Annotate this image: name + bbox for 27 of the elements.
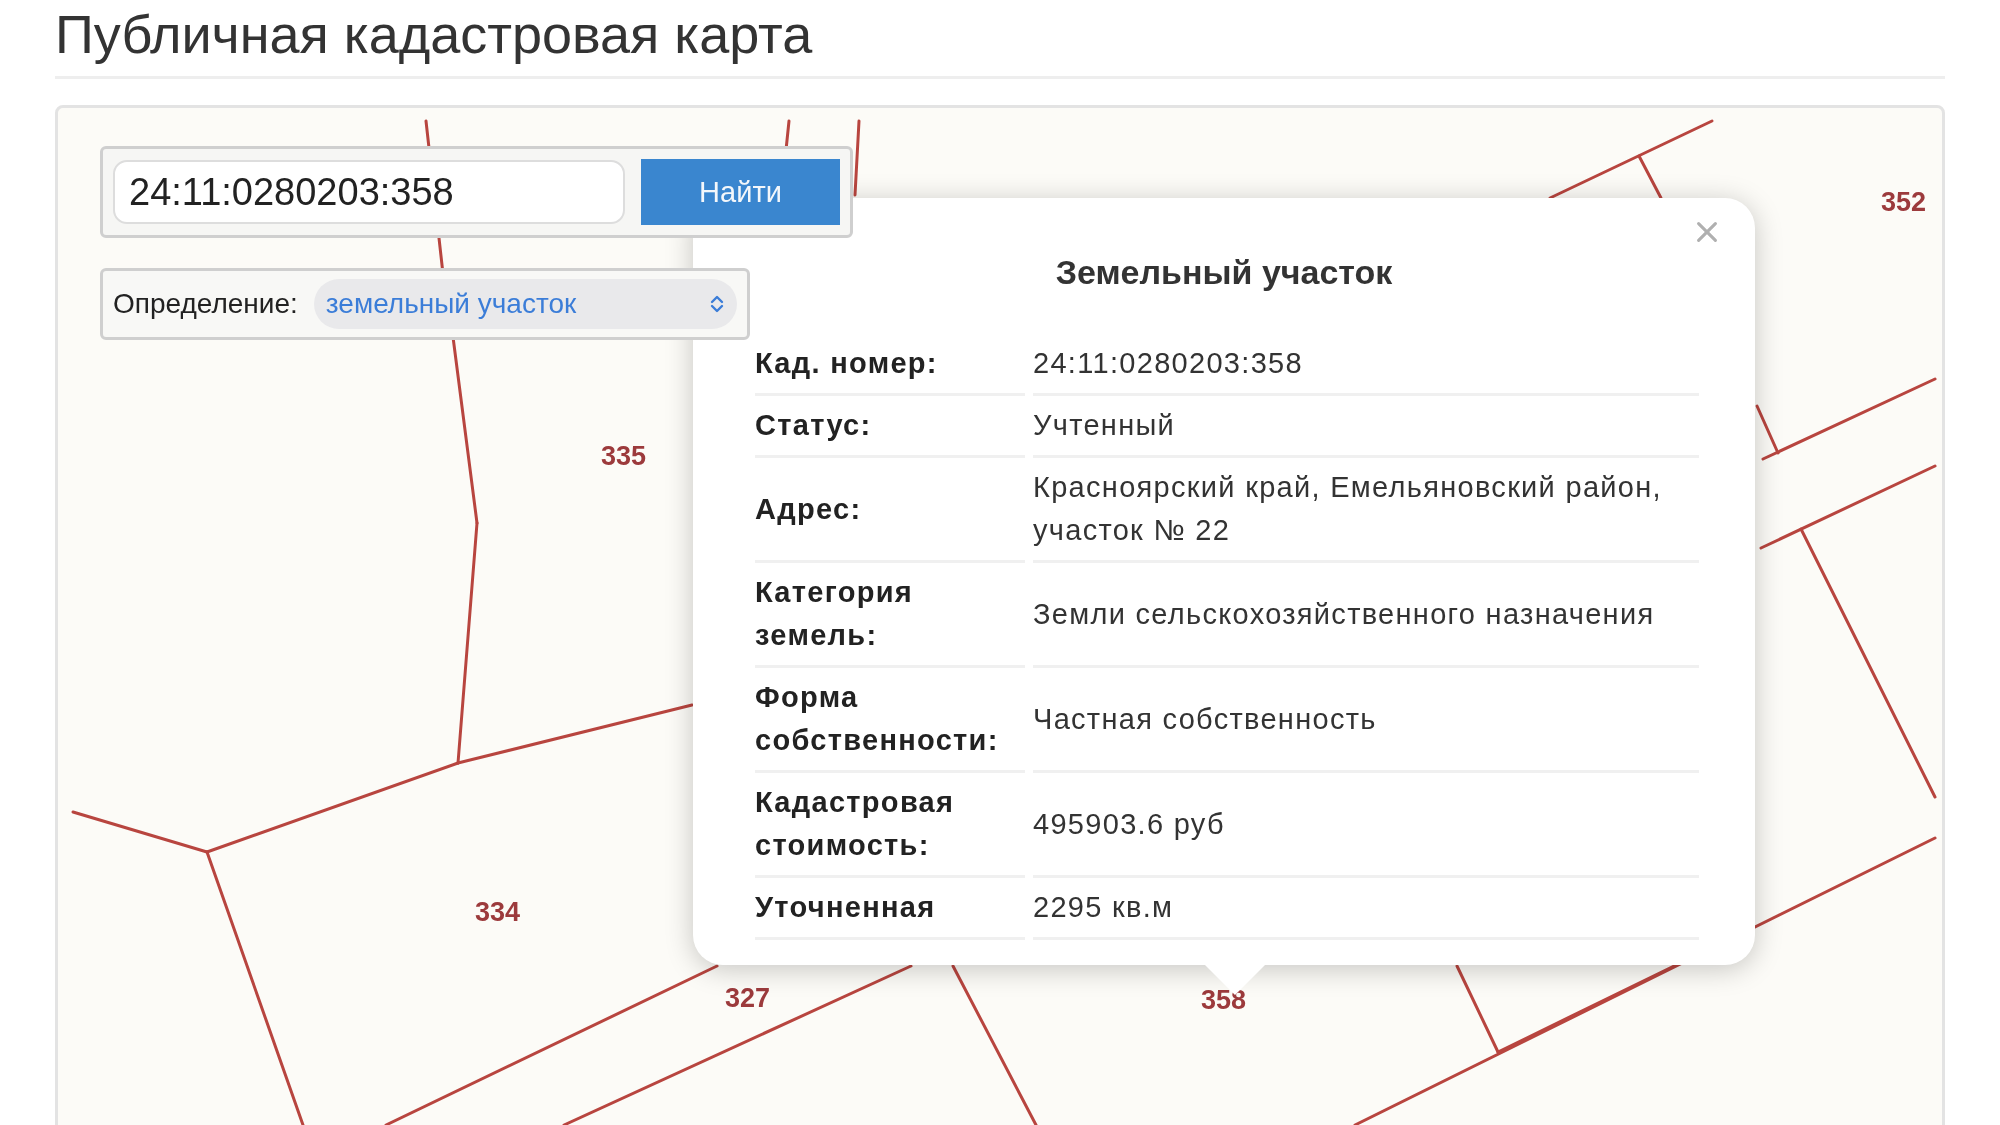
find-button[interactable]: Найти xyxy=(641,159,840,225)
definition-select[interactable]: земельный участок xyxy=(313,279,737,329)
field-value: 2295 кв.м xyxy=(1033,878,1699,940)
parcel-number: 352 xyxy=(1881,186,1927,218)
definition-label: Определение: xyxy=(113,288,298,320)
parcel-number: 327 xyxy=(725,982,771,1014)
field-label: Адрес: xyxy=(755,458,1025,563)
field-label: Категория земель: xyxy=(755,563,1025,668)
field-value: Красноярский край, Емельяновский район, участок № 22 xyxy=(1033,458,1699,563)
field-value: Земли сельскохозяйственного назначения xyxy=(1033,563,1699,668)
field-value: Частная собственность xyxy=(1033,668,1699,773)
field-label: Кад. номер: xyxy=(755,334,1025,396)
popup-title: Земельный участок xyxy=(1054,252,1394,293)
field-value: 495903.6 руб xyxy=(1033,773,1699,878)
updown-chevron-icon xyxy=(709,293,725,315)
field-value: 24:11:0280203:358 xyxy=(1033,334,1699,396)
field-label: Статус: xyxy=(755,396,1025,458)
field-label: Уточненная xyxy=(755,878,1025,940)
parcel-number: 358 xyxy=(1201,984,1247,1016)
field-label: Форма собственности: xyxy=(755,668,1025,773)
page-title: Публичная кадастровая карта xyxy=(55,3,814,64)
parcel-number: 334 xyxy=(475,896,521,928)
close-icon xyxy=(1695,220,1719,244)
field-label: Кадастровая стоимость: xyxy=(755,773,1025,878)
parcel-number: 335 xyxy=(601,440,647,472)
search-field[interactable]: 24:11:0280203:358 xyxy=(113,160,625,224)
field-value: Учтенный xyxy=(1033,396,1699,458)
